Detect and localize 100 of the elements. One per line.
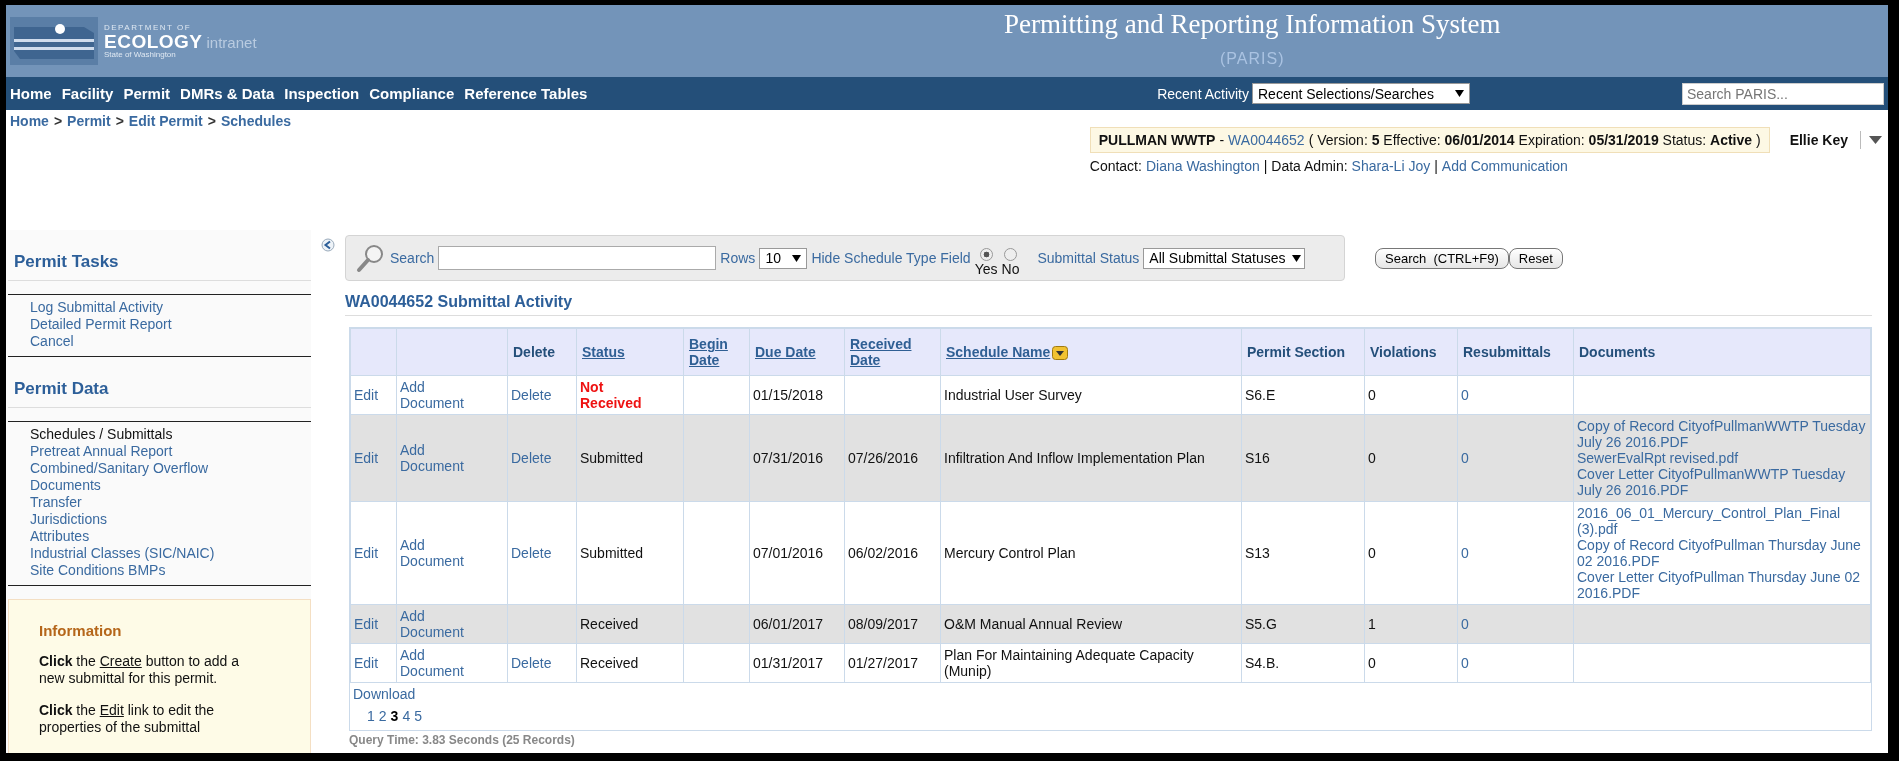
table-cell: 0 — [1368, 450, 1376, 466]
contact-link[interactable]: Add Communication — [1441, 158, 1568, 174]
info-link[interactable]: Edit — [99, 702, 124, 718]
dropdown-caret-icon[interactable] — [1869, 136, 1882, 144]
sidebar-item[interactable]: Industrial Classes (SIC/NAIC) — [30, 545, 311, 562]
edit-link[interactable]: Edit — [354, 545, 379, 561]
rows-select[interactable]: 10 — [759, 247, 808, 269]
sidebar-heading: Permit Tasks — [8, 230, 311, 281]
status-select[interactable]: All Submittal Statuses — [1143, 247, 1306, 269]
rows-label: Rows — [720, 250, 756, 266]
breadcrumb-link[interactable]: Home — [10, 113, 49, 129]
table-cell: 01/31/2017 — [753, 655, 824, 671]
table-cell: S6.E — [1245, 387, 1276, 403]
status-text: Not Received — [580, 379, 643, 411]
document-link[interactable]: Copy of Record CityofPullmanWWTP Tuesday July 26 2016.PDF — [1577, 418, 1867, 450]
delete-link[interactable]: Delete — [511, 545, 552, 561]
sidebar-item[interactable]: Log Submittal Activity — [30, 299, 311, 316]
search-button[interactable]: Search (CTRL+F9) — [1375, 247, 1509, 269]
radio-button[interactable] — [1003, 247, 1017, 261]
document-link[interactable]: Cover Letter CityofPullman Thursday June 02 2016.PDF — [1577, 569, 1867, 601]
document-link[interactable]: 2016_06_01_Mercury_Control_Plan_Final (3).pdf — [1577, 505, 1867, 537]
logo-top-text: DEPARTMENT OF — [104, 23, 193, 32]
sidebar-item[interactable]: Jurisdictions — [30, 511, 311, 528]
page-link[interactable]: 1 — [367, 708, 375, 724]
sort-header-link[interactable]: Schedule Name — [946, 344, 1069, 360]
table-cell: 0 — [1368, 387, 1376, 403]
search-field[interactable]: Search PARIS... — [1682, 82, 1884, 105]
nav-item[interactable]: Permit — [123, 85, 171, 102]
map-logo-icon — [10, 17, 98, 65]
page-link[interactable]: 3 — [390, 708, 399, 724]
resubmittals-link[interactable]: 0 — [1461, 655, 1469, 671]
status-text: Submitted — [580, 450, 644, 466]
resubmittals-link[interactable]: 0 — [1461, 545, 1469, 561]
nav-item[interactable]: Home — [10, 85, 52, 102]
sidebar-item[interactable]: Site Conditions BMPs — [30, 562, 311, 579]
page-link[interactable]: 4 — [402, 708, 411, 724]
document-link[interactable]: Cover Letter CityofPullmanWWTP Tuesday July 26 2016.PDF — [1577, 466, 1867, 498]
breadcrumb-separator: > — [115, 113, 124, 129]
nav-item[interactable]: Inspection — [284, 85, 360, 102]
reset-button[interactable]: Reset — [1508, 247, 1563, 269]
logo-state-text: State of Washington — [104, 50, 177, 59]
caret-icon — [1455, 90, 1464, 97]
sidebar-item[interactable]: Cancel — [30, 333, 311, 350]
sort-header-link[interactable]: Status — [582, 344, 625, 360]
recent-activity-select[interactable]: Recent Selections/Searches — [1252, 83, 1470, 104]
contact-link[interactable]: Shara-Li Joy — [1351, 158, 1431, 174]
page-link[interactable]: 5 — [414, 708, 422, 724]
status-text: Received — [580, 655, 639, 671]
radio-button[interactable] — [979, 247, 993, 261]
table-cell: 1 — [1368, 616, 1376, 632]
radio-option[interactable]: No — [1001, 247, 1020, 277]
radio-option[interactable]: Yes — [974, 247, 998, 277]
info-title: Information — [39, 622, 123, 639]
sidebar-item[interactable]: Detailed Permit Report — [30, 316, 311, 333]
site-title: Permitting and Reporting Information System — [1004, 9, 1501, 40]
document-link[interactable]: SewerEvalRpt revised.pdf — [1577, 450, 1867, 466]
document-link[interactable]: Copy of Record CityofPullman Thursday June 02 2016.PDF — [1577, 537, 1867, 569]
breadcrumb-separator: > — [207, 113, 216, 129]
sidebar-item[interactable]: Combined/Sanitary Overflow — [30, 460, 311, 477]
resubmittals-link[interactable]: 0 — [1461, 387, 1469, 403]
sidebar-item[interactable]: Pretreat Annual Report — [30, 443, 311, 460]
delete-link[interactable]: Delete — [511, 450, 552, 466]
nav-item[interactable]: Facility — [61, 85, 114, 102]
filter-icon[interactable] — [1052, 346, 1069, 360]
breadcrumb-link[interactable]: Permit — [67, 113, 111, 129]
sidebar-item[interactable]: Documents — [30, 477, 311, 494]
page-link[interactable]: 2 — [378, 708, 387, 724]
table-cell: 01/15/2018 — [753, 387, 824, 403]
resubmittals-link[interactable]: 0 — [1461, 450, 1469, 466]
edit-link[interactable]: Edit — [354, 450, 379, 466]
contact-link[interactable]: Diana Washington — [1145, 158, 1260, 174]
search-input[interactable] — [438, 246, 717, 270]
user-name[interactable]: Ellie Key — [1789, 132, 1848, 148]
search-label: Search — [390, 250, 435, 266]
column-header: Resubmittals — [1457, 328, 1574, 376]
collapse-icon[interactable] — [321, 238, 335, 252]
table-cell: S4.B. — [1245, 655, 1280, 671]
breadcrumb-link[interactable]: Schedules — [220, 113, 291, 129]
info-link[interactable]: Create — [99, 653, 142, 669]
nav-item[interactable]: DMRs & Data — [180, 85, 275, 102]
status-text: Received — [580, 616, 639, 632]
breadcrumb-link[interactable]: Edit Permit — [128, 113, 203, 129]
breadcrumb-separator: > — [53, 113, 63, 129]
table-cell: 07/26/2016 — [848, 450, 919, 466]
logo-name: ECOLOGY — [104, 31, 203, 51]
column-header: Documents — [1573, 328, 1871, 376]
permit-id-link[interactable]: WA0044652 — [1228, 132, 1305, 148]
sidebar-item[interactable]: Schedules / Submittals — [30, 426, 311, 443]
sidebar-item[interactable]: Attributes — [30, 528, 311, 545]
table-cell: Mercury Control Plan — [944, 545, 1076, 561]
table-cell: 07/01/2016 — [753, 545, 824, 561]
table-cell: S5.G — [1245, 616, 1277, 632]
nav-item[interactable]: Compliance — [369, 85, 455, 102]
sidebar-item[interactable]: Transfer — [30, 494, 311, 511]
nav-item[interactable]: Reference Tables — [464, 85, 588, 102]
query-time: Query Time: 3.83 Seconds (25 Records) — [349, 733, 576, 747]
table-cell: Plan For Maintaining Adequate Capacity (Munip) — [944, 647, 1194, 679]
download-link[interactable]: Download — [353, 686, 416, 702]
resubmittals-link[interactable]: 0 — [1461, 616, 1469, 632]
caret-icon — [1291, 254, 1301, 262]
